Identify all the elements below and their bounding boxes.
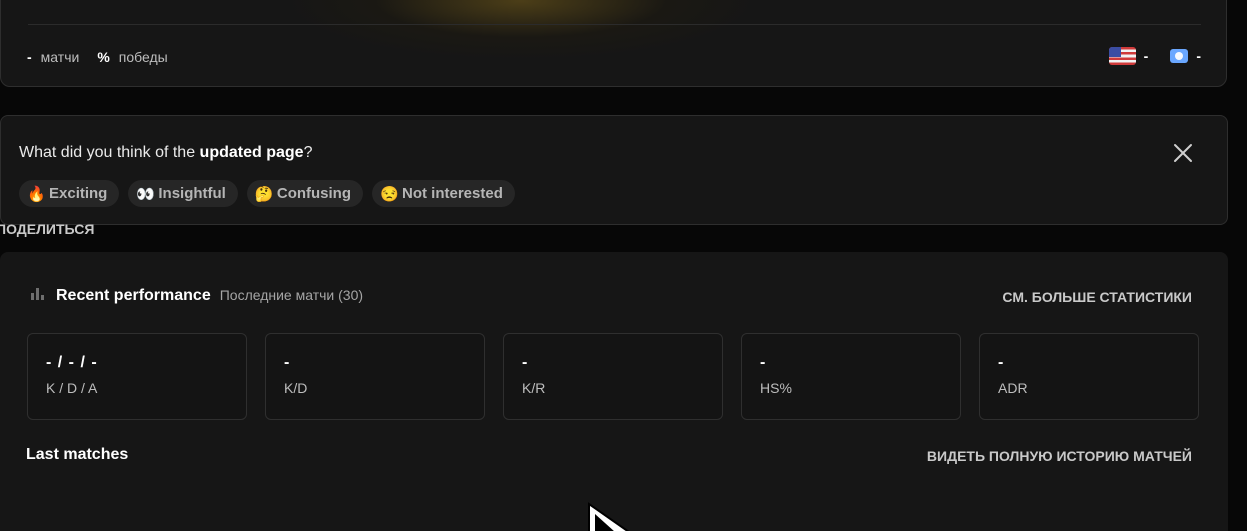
stat-label: K/R [522,380,546,396]
region-icon [1170,49,1189,63]
region1-value: - [1143,48,1149,64]
feedback-option-label: Confusing [276,185,352,202]
matches-label: матчи [40,49,80,65]
stat-tiles: - / - / - K / D / A - K/D - K/R - HS% - … [27,333,1199,420]
stat-value: - [998,354,1005,371]
stat-tile-adr: - ADR [979,333,1199,420]
feedback-question-prefix: What did you think of the [19,144,200,161]
thinking-face-icon: 🤔 [254,185,274,203]
performance-title: Recent performance [56,287,211,304]
fire-icon: 🔥 [27,185,46,203]
stat-value: - [284,354,291,371]
profile-stats: - матчи % победы [27,49,186,65]
stat-label: K/D [284,380,308,396]
profile-summary-card: - матчи % победы - - [0,0,1227,87]
stat-tile-kr: - K/R [503,333,723,420]
feedback-option-not-interested[interactable]: 😒 Not interested [372,180,515,207]
mouse-cursor-icon [588,502,630,531]
last-matches-title: Last matches [26,446,129,463]
unamused-face-icon: 😒 [380,185,399,203]
performance-subtitle: Последние матчи (30) [219,287,364,303]
region-stats: - - [1108,47,1201,65]
feedback-card: What did you think of the updated page? … [0,115,1228,225]
region2-value: - [1196,48,1201,64]
see-more-stats-link[interactable]: СМ. БОЛЬШЕ СТАТИСТИКИ [1002,289,1192,305]
feedback-option-exciting[interactable]: 🔥 Exciting [19,180,120,207]
stat-label: ADR [998,380,1028,396]
us-flag-icon [1108,47,1136,65]
feedback-option-insightful[interactable]: 👀 Insightful [128,180,238,207]
wins-label: победы [118,49,168,65]
stat-label: HS% [760,380,792,396]
eyes-icon: 👀 [136,185,156,203]
close-button[interactable] [1171,141,1195,165]
full-match-history-link[interactable]: ВИДЕТЬ ПОЛНУЮ ИСТОРИЮ МАТЧЕЙ [927,448,1192,464]
stat-value: - / - / - [46,354,98,371]
feedback-question: What did you think of the updated page? [19,144,312,162]
bar-chart-icon [31,288,44,300]
performance-header: Recent performance Последние матчи (30) [31,287,363,305]
stat-tile-hs: - HS% [741,333,961,420]
feedback-option-label: Not interested [402,185,503,202]
share-button[interactable]: ПОДЕЛИТЬСЯ [0,221,94,237]
feedback-option-label: Exciting [49,185,108,202]
stat-tile-kd: - K/D [265,333,485,420]
feedback-options: 🔥 Exciting 👀 Insightful 🤔 Confusing 😒 No… [19,180,515,207]
stat-tile-kda: - / - / - K / D / A [27,333,247,420]
stat-value: - [522,354,529,371]
feedback-question-suffix: ? [303,144,313,161]
feedback-question-bold: updated page [199,144,304,161]
performance-card: Recent performance Последние матчи (30) … [0,252,1228,531]
feedback-option-label: Insightful [158,185,226,202]
feedback-option-confusing[interactable]: 🤔 Confusing [246,180,364,207]
close-icon [1174,144,1192,162]
stat-value: - [760,354,767,371]
divider [28,24,1201,25]
wins-value: % [97,49,110,65]
matches-value: - [27,49,32,65]
stat-label: K / D / A [46,380,98,396]
